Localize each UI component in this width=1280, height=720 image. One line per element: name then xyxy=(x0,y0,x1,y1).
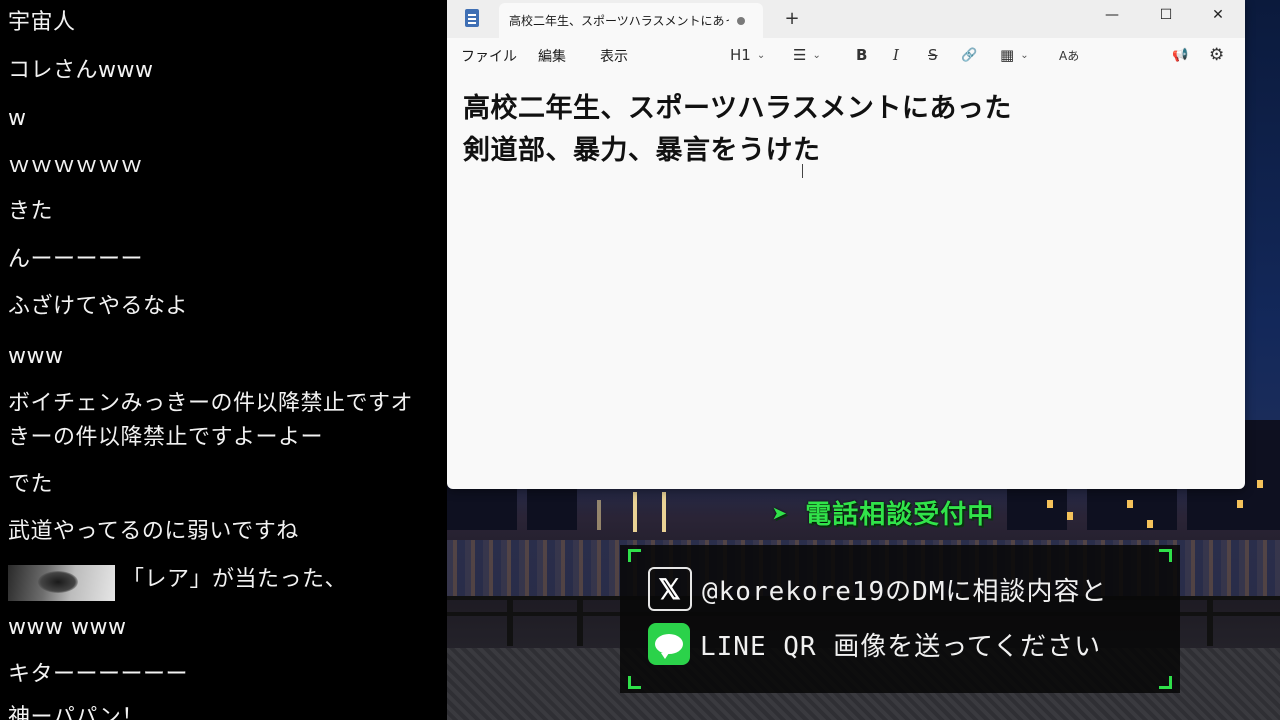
unsaved-dot-icon[interactable] xyxy=(737,17,745,25)
firework-streak xyxy=(662,492,666,532)
table-icon: ▦ xyxy=(1000,46,1015,64)
chat-message: 神ーパパン！ xyxy=(8,705,144,720)
chat-message: 宇宙人 xyxy=(8,10,76,35)
x-contact-row: 𝕏 @korekore19のDMに相談内容と xyxy=(648,567,1108,611)
frame-corner xyxy=(628,676,641,689)
railing-post xyxy=(1207,596,1213,646)
document-line: 高校二年生、スポーツハラスメントにあった xyxy=(463,93,1012,124)
heading-label: H1 xyxy=(730,46,751,64)
notepad-app-icon xyxy=(465,9,479,27)
table-dropdown[interactable]: ▦ ⌄ xyxy=(1000,44,1029,66)
tab-document[interactable]: 高校二年生、スポーツハラスメントにあった xyxy=(499,3,763,38)
bold-button[interactable]: B xyxy=(856,44,867,66)
maximize-button[interactable]: ☐ xyxy=(1143,0,1189,30)
window-light xyxy=(1067,512,1073,520)
chat-message: ふざけてやるなよ xyxy=(8,294,189,319)
window-light xyxy=(1237,500,1243,508)
chat-message: コレさんwww xyxy=(8,58,154,83)
chat-stamp-image xyxy=(8,565,115,601)
chat-message: www www xyxy=(8,615,127,640)
chat-message: キターーーーーー xyxy=(8,662,189,687)
firework-streak xyxy=(597,500,601,530)
firework-streak xyxy=(633,492,637,532)
line-contact-row: LINE QR 画像を送ってください xyxy=(648,623,1101,665)
strikethrough-button[interactable]: S xyxy=(928,44,938,66)
chat-message: 「レア」が当たった、 xyxy=(122,567,348,592)
document-line: 剣道部、暴力、暴言をうけた xyxy=(463,135,821,166)
window-light xyxy=(1047,500,1053,508)
frame-corner xyxy=(1159,676,1172,689)
menu-file[interactable]: ファイル xyxy=(461,46,517,66)
list-dropdown[interactable]: ☰ ⌄ xyxy=(793,44,821,66)
window-light xyxy=(1127,500,1133,508)
x-contact-text: @korekore19のDMに相談内容と xyxy=(702,576,1108,607)
list-icon: ☰ xyxy=(793,46,807,64)
heading-dropdown[interactable]: H1 ⌄ xyxy=(730,44,765,66)
chat-message: 武道やってるのに弱いですね xyxy=(8,519,299,544)
feedback-icon[interactable]: 📢 xyxy=(1172,44,1188,66)
menu-edit[interactable]: 編集 xyxy=(538,46,566,66)
line-logo-icon xyxy=(648,623,690,665)
railing-post xyxy=(507,596,513,646)
title-bar: 高校二年生、スポーツハラスメントにあった + — ☐ ✕ xyxy=(447,0,1245,38)
italic-button[interactable]: I xyxy=(893,44,899,66)
tab-title: 高校二年生、スポーツハラスメントにあった xyxy=(509,14,729,28)
close-button[interactable]: ✕ xyxy=(1195,0,1241,30)
frame-corner xyxy=(1159,549,1172,562)
chat-message: んーーーーー xyxy=(8,247,144,272)
spellcheck-icon[interactable]: Aあ xyxy=(1059,44,1079,66)
link-icon[interactable]: 🔗 xyxy=(961,44,977,66)
mouse-text-cursor-icon xyxy=(802,164,805,178)
window-light xyxy=(1147,520,1153,528)
chat-panel: 宇宙人 コレさんwww w ｗｗｗｗｗｗ きた んーーーーー ふざけてやるなよ … xyxy=(0,0,447,720)
chat-message: きーの件以降禁止ですよーよー xyxy=(8,425,324,450)
document-text-area[interactable]: 高校二年生、スポーツハラスメントにあった 剣道部、暴力、暴言をうけた xyxy=(463,88,1229,172)
railing-post xyxy=(577,596,583,646)
settings-gear-icon[interactable]: ⚙ xyxy=(1209,44,1224,66)
notepad-window: 高校二年生、スポーツハラスメントにあった + — ☐ ✕ ファイル 編集 表示 … xyxy=(447,0,1245,489)
chat-message: www xyxy=(8,344,64,369)
window-light xyxy=(1257,480,1263,488)
new-tab-button[interactable]: + xyxy=(781,8,803,29)
chevron-down-icon: ⌄ xyxy=(1020,49,1029,61)
chat-message: w xyxy=(8,106,27,131)
chevron-down-icon: ⌄ xyxy=(812,49,821,61)
minimize-button[interactable]: — xyxy=(1089,0,1135,30)
chat-message: ｗｗｗｗｗｗ xyxy=(8,153,144,178)
menu-view[interactable]: 表示 xyxy=(600,46,628,66)
x-logo-icon: 𝕏 xyxy=(648,567,692,611)
phone-consultation-banner: ➤ 電話相談受付中 xyxy=(772,500,995,530)
chevron-down-icon: ⌄ xyxy=(756,49,766,61)
consultation-overlay: 𝕏 @korekore19のDMに相談内容と LINE QR 画像を送ってくださ… xyxy=(620,545,1180,693)
menu-bar: ファイル 編集 表示 H1 ⌄ ☰ ⌄ B I S 🔗 ▦ ⌄ Aあ 📢 ⚙ xyxy=(447,38,1245,72)
chat-message: ボイチェンみっきーの件以降禁止ですオ xyxy=(8,391,414,416)
chat-message: きた xyxy=(8,199,54,224)
frame-corner xyxy=(628,549,641,562)
chat-message: でた xyxy=(8,472,54,497)
line-contact-text: LINE QR 画像を送ってください xyxy=(700,631,1102,662)
